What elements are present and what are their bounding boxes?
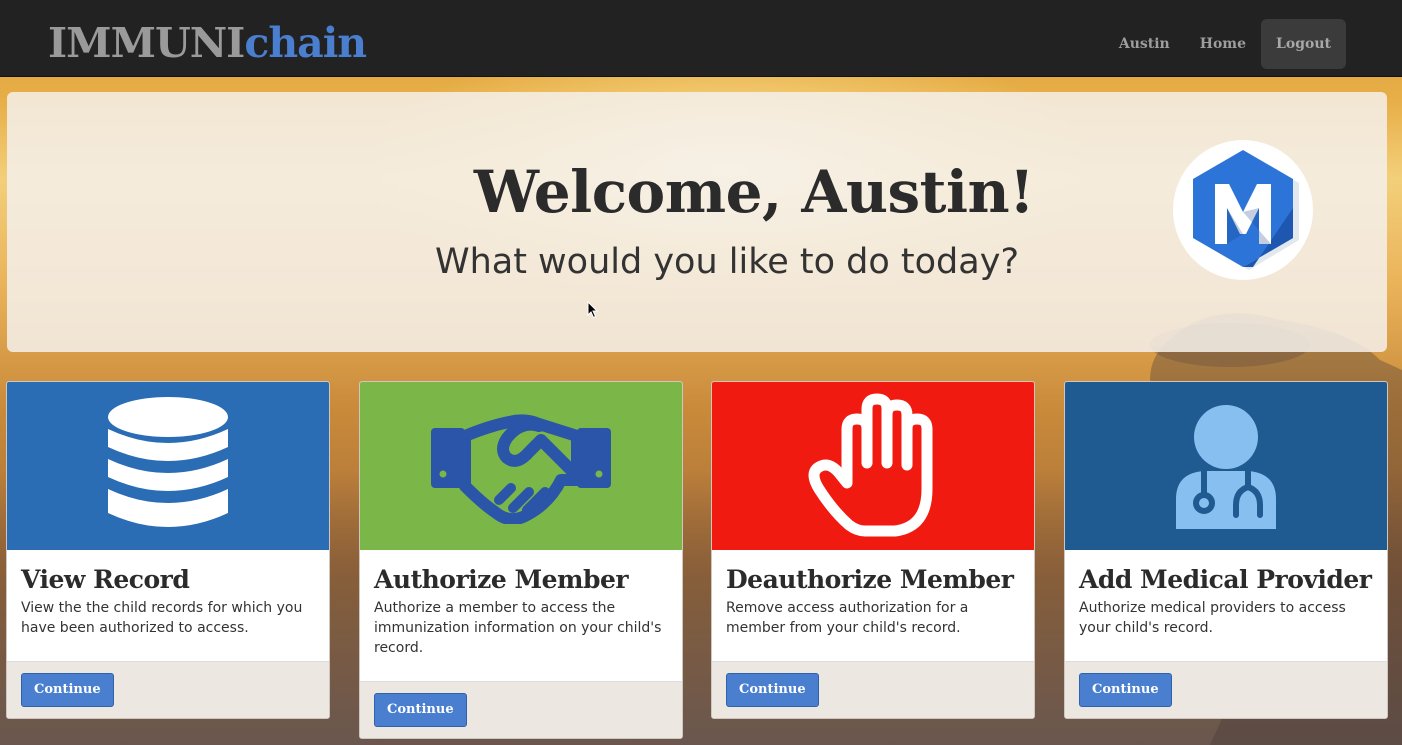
card-image bbox=[1065, 382, 1387, 550]
card-body: Add Medical Provider Authorize medical p… bbox=[1065, 550, 1387, 661]
brand-name-part2: chain bbox=[244, 19, 367, 67]
card-title: Add Medical Provider bbox=[1079, 565, 1372, 594]
nav-link-user[interactable]: Austin bbox=[1104, 19, 1185, 69]
welcome-jumbotron: Welcome, Austin! What would you like to … bbox=[7, 92, 1387, 352]
card-footer: Continue bbox=[360, 681, 682, 738]
card-title: View Record bbox=[21, 565, 190, 594]
continue-button[interactable]: Continue bbox=[21, 673, 114, 707]
card-footer: Continue bbox=[7, 661, 329, 718]
card-deauthorize-member: Deauthorize Member Remove access authori… bbox=[711, 381, 1035, 719]
doctor-icon bbox=[1176, 405, 1276, 529]
card-view-record: View Record View the the child records f… bbox=[6, 381, 330, 719]
card-title: Deauthorize Member bbox=[726, 565, 1014, 594]
navbar: IMMUNIchain Austin Home Logout bbox=[0, 0, 1402, 77]
brand-name-part1: IMMUNI bbox=[48, 19, 245, 67]
card-description: Authorize a member to access the immuniz… bbox=[374, 600, 662, 656]
brand-logo[interactable]: IMMUNIchain bbox=[48, 14, 367, 72]
card-description: View the the child records for which you… bbox=[21, 600, 303, 636]
card-body: Authorize Member Authorize a member to a… bbox=[360, 550, 682, 681]
card-image bbox=[360, 382, 682, 550]
nav-links: Austin Home Logout bbox=[1104, 19, 1346, 69]
card-description: Authorize medical providers to access yo… bbox=[1079, 600, 1346, 636]
card-footer: Continue bbox=[1065, 661, 1387, 718]
hand-stop-icon bbox=[808, 393, 933, 537]
card-title: Authorize Member bbox=[374, 565, 629, 594]
card-footer: Continue bbox=[712, 661, 1034, 718]
card-body: View Record View the the child records f… bbox=[7, 550, 329, 661]
card-authorize-member: Authorize Member Authorize a member to a… bbox=[359, 381, 683, 739]
mouse-cursor-icon bbox=[587, 301, 599, 319]
continue-button[interactable]: Continue bbox=[726, 673, 819, 707]
card-image bbox=[712, 382, 1034, 550]
m-hexagon-logo-icon bbox=[1173, 140, 1313, 280]
card-add-medical-provider: Add Medical Provider Authorize medical p… bbox=[1064, 381, 1388, 719]
card-body: Deauthorize Member Remove access authori… bbox=[712, 550, 1034, 661]
database-icon bbox=[108, 397, 228, 527]
handshake-icon bbox=[431, 414, 611, 524]
continue-button[interactable]: Continue bbox=[1079, 673, 1172, 707]
nav-link-logout[interactable]: Logout bbox=[1261, 19, 1346, 69]
card-image bbox=[7, 382, 329, 550]
continue-button[interactable]: Continue bbox=[374, 693, 467, 727]
nav-link-home[interactable]: Home bbox=[1185, 19, 1261, 69]
card-description: Remove access authorization for a member… bbox=[726, 600, 969, 636]
